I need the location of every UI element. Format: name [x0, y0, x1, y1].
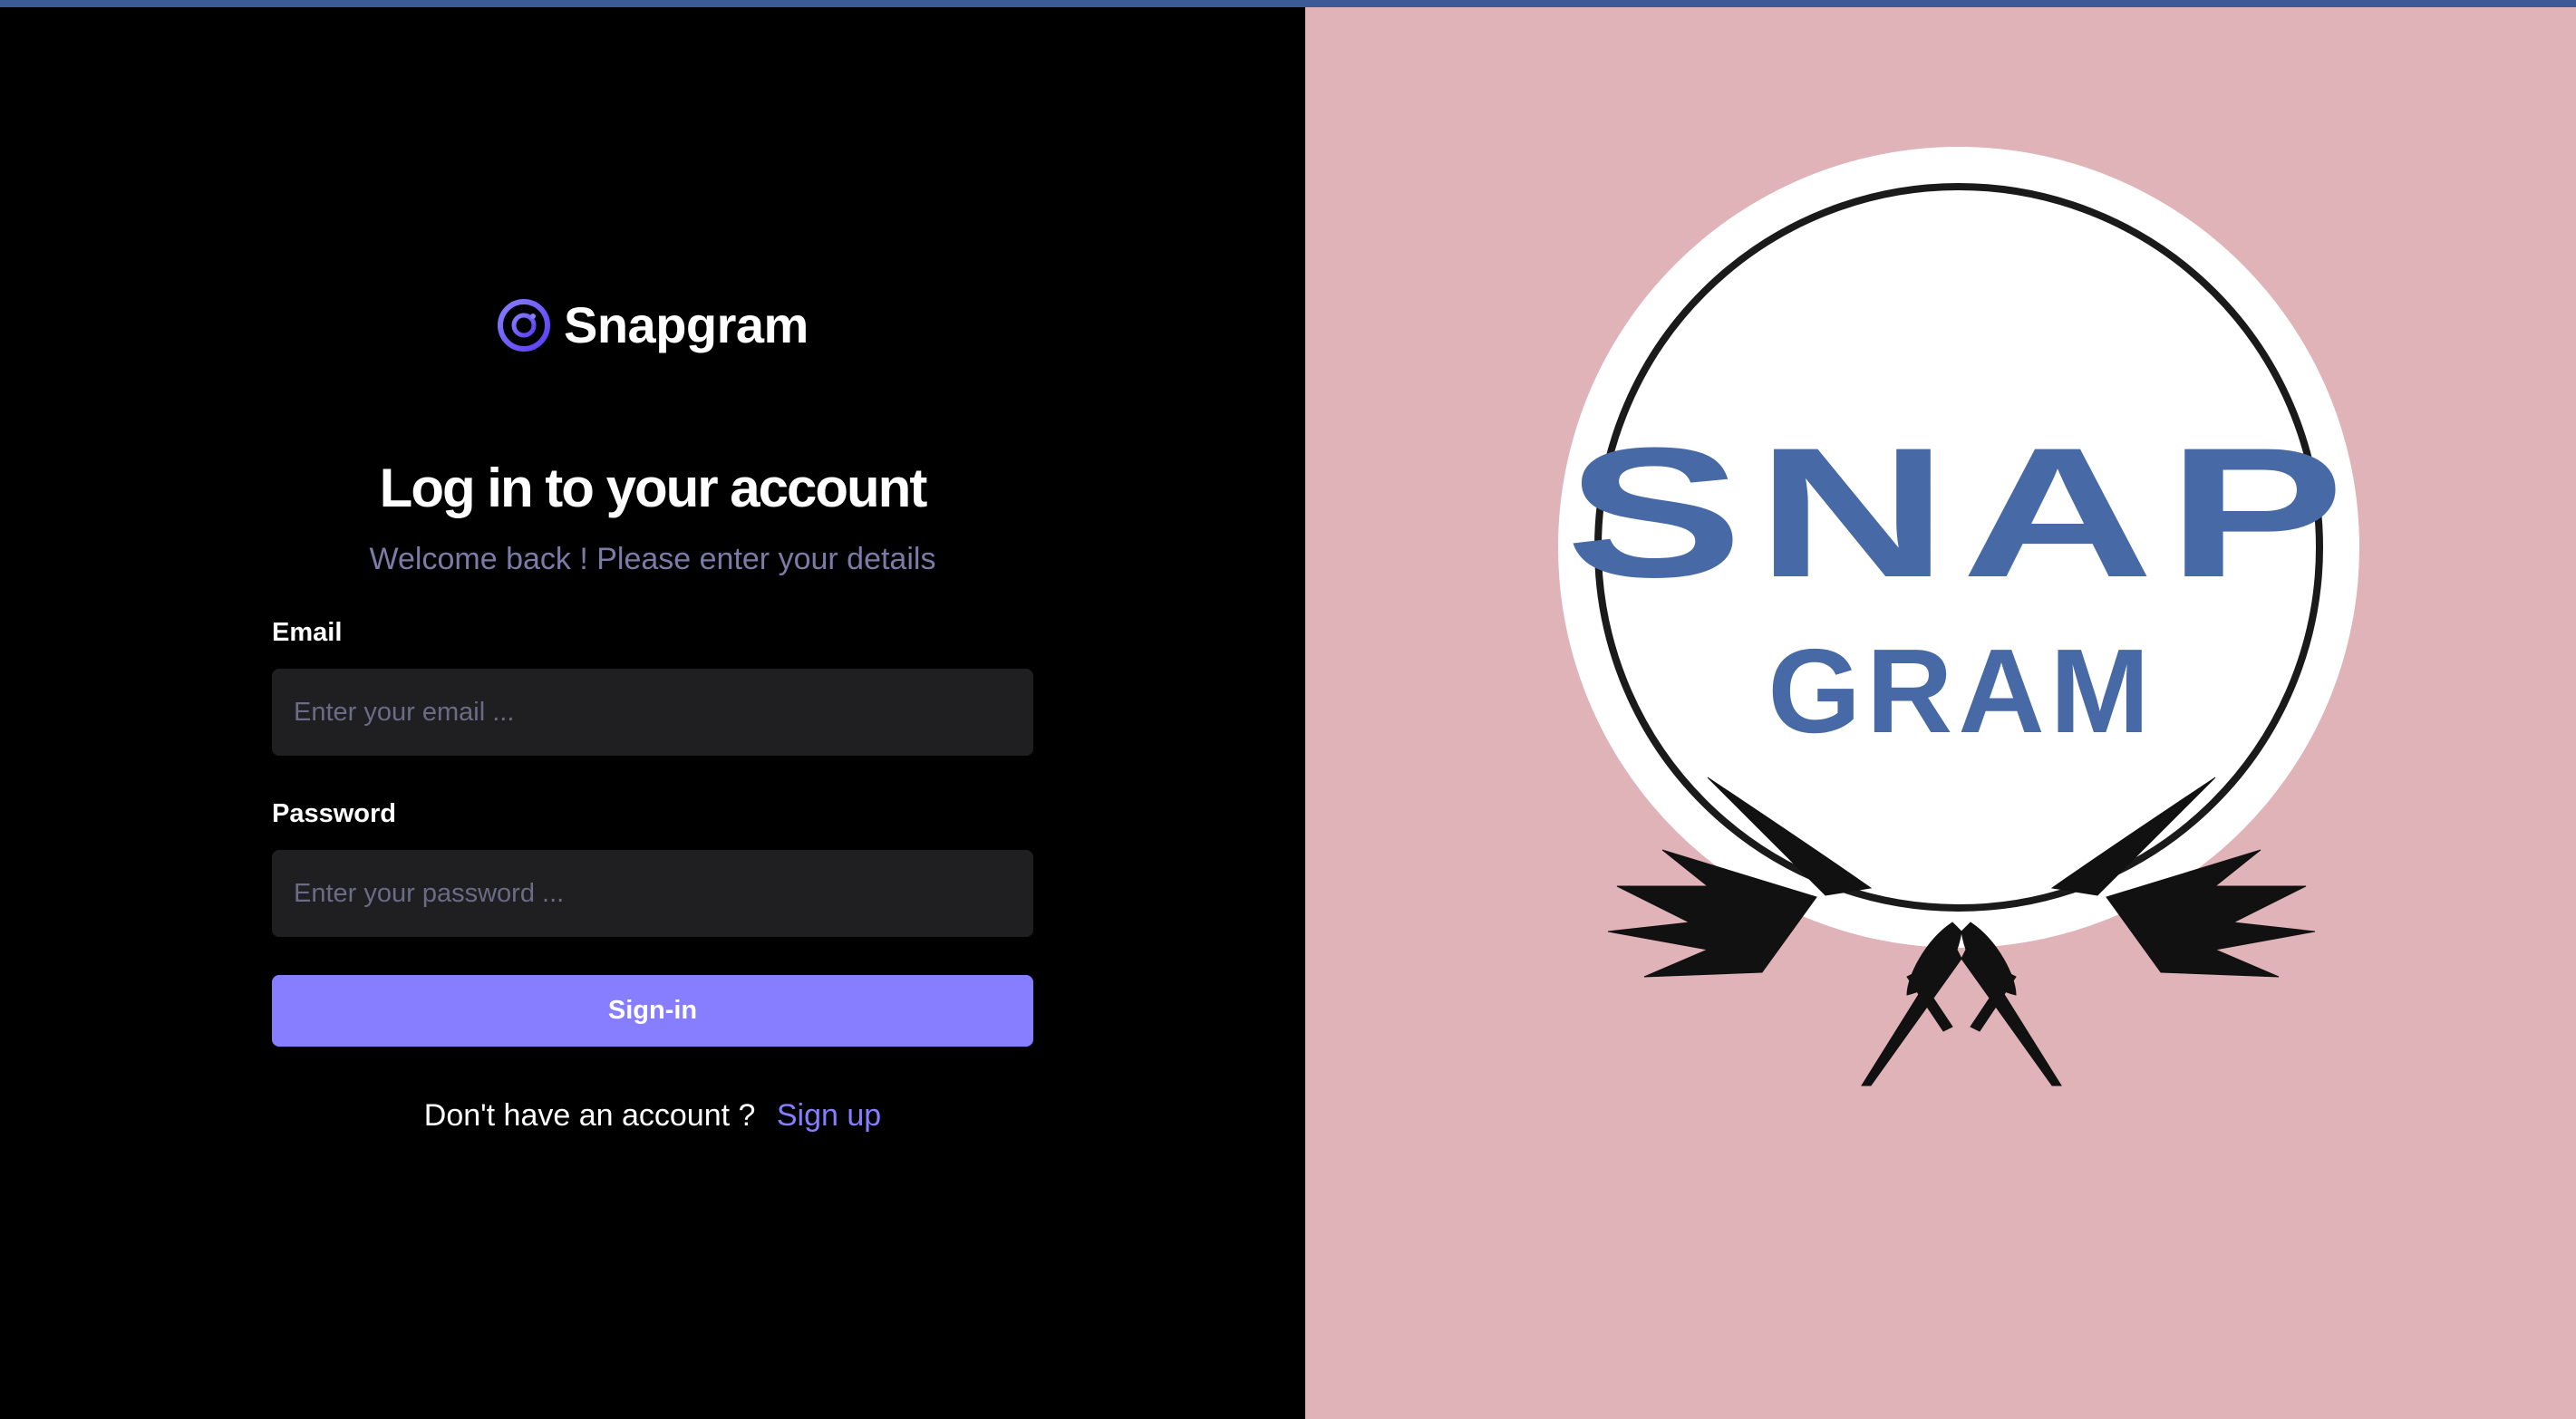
login-panel: Snapgram Log in to your account Welcome …	[0, 7, 1305, 1419]
page-subtitle: Welcome back ! Please enter your details	[369, 542, 936, 576]
page-title: Log in to your account	[379, 458, 928, 518]
signup-prompt-row: Don't have an account ? Sign up	[0, 1098, 1305, 1134]
hero-logo-bottom-text: GRAM	[1767, 624, 2155, 758]
signup-prompt-text: Don't have an account ?	[423, 1098, 756, 1133]
sign-in-button[interactable]: Sign-in	[272, 975, 1033, 1047]
browser-top-bar	[0, 0, 2576, 7]
email-label: Email	[272, 618, 343, 647]
email-input[interactable]	[272, 669, 1033, 756]
brand-name: Snapgram	[564, 296, 809, 353]
brand-logo: Snapgram	[497, 295, 809, 354]
snapgram-logo-icon	[498, 298, 550, 352]
password-input[interactable]	[272, 850, 1033, 937]
password-label: Password	[272, 799, 396, 828]
sign-up-link[interactable]: Sign up	[777, 1098, 881, 1133]
hero-logo-top-text: SNAP	[1565, 410, 2358, 616]
hero-image-panel: SNAP GRAM	[1305, 7, 2576, 1419]
snapgram-hero-logo: SNAP GRAM	[1558, 147, 2359, 1086]
